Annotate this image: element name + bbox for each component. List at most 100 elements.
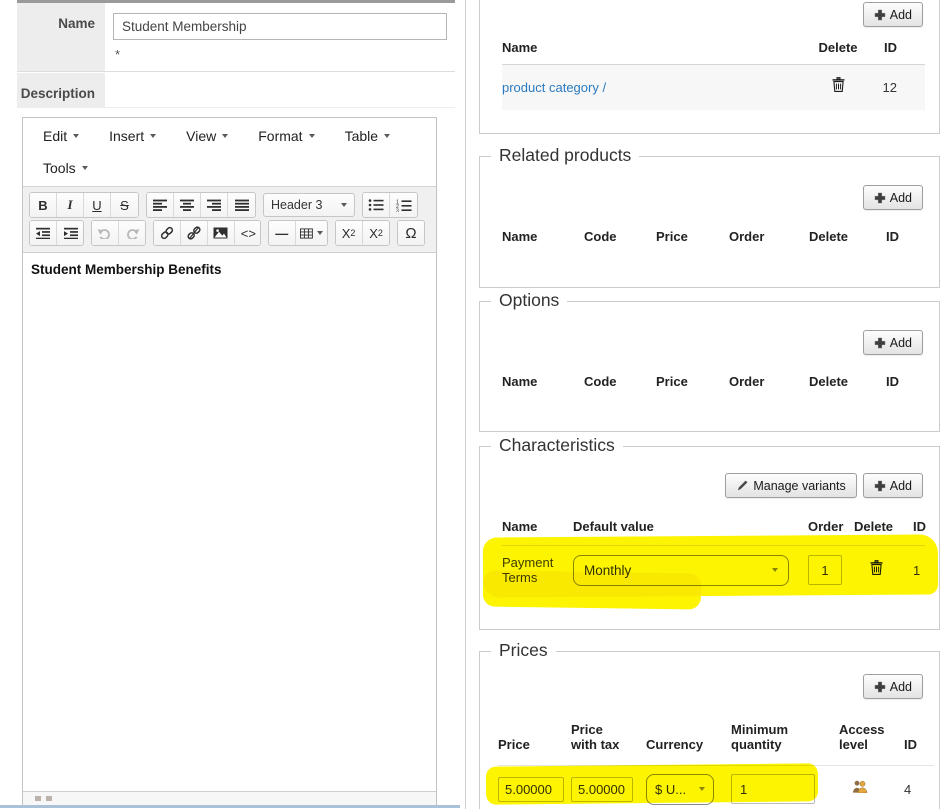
price-row: $ U... 4: [498, 765, 934, 805]
align-center-icon[interactable]: [174, 193, 201, 217]
add-characteristic-button[interactable]: Add: [863, 473, 923, 498]
superscript-button[interactable]: X2: [363, 221, 390, 245]
subscript-button[interactable]: X2: [336, 221, 363, 245]
column-header: Price: [498, 738, 571, 753]
column-header: Minimum quantity: [731, 723, 793, 753]
currency-select[interactable]: $ U...: [646, 774, 714, 805]
chevron-down-icon: [699, 787, 705, 791]
related-products-panel: Related products Add Name Code Price Ord…: [479, 156, 940, 288]
menu-tools[interactable]: Tools: [39, 152, 100, 184]
characteristic-row: Payment Terms Monthly 1: [502, 545, 925, 586]
add-related-product-button[interactable]: Add: [863, 185, 923, 210]
editor-menubar: Edit Insert View Format Table Tools: [23, 118, 436, 186]
element-path-chip: [35, 796, 41, 801]
categories-panel: Add Name Delete ID product category / 12: [479, 0, 940, 134]
panel-title: Characteristics: [491, 435, 623, 456]
bold-button[interactable]: B: [30, 193, 57, 217]
panel-title: Options: [491, 290, 567, 311]
numbered-list-icon[interactable]: 123: [390, 193, 417, 217]
description-form-row: Description: [17, 73, 455, 108]
price-input[interactable]: [498, 777, 564, 802]
undo-icon[interactable]: [92, 221, 119, 245]
panel-title: Prices: [491, 640, 556, 661]
chevron-down-icon: [772, 568, 778, 572]
strikethrough-button[interactable]: S: [111, 193, 138, 217]
italic-button[interactable]: I: [57, 193, 84, 217]
column-header: Price: [656, 230, 729, 245]
plus-icon: [874, 681, 886, 693]
column-header: ID: [886, 230, 925, 245]
table-icon[interactable]: [296, 221, 327, 245]
category-id: 12: [874, 80, 925, 95]
column-header: ID: [913, 520, 926, 535]
menu-insert[interactable]: Insert: [105, 120, 168, 152]
horizontal-rule-button[interactable]: —: [269, 221, 296, 245]
column-header: Delete: [854, 520, 913, 535]
characteristic-name: Payment Terms: [502, 555, 573, 585]
column-header: Price: [656, 375, 729, 390]
order-input[interactable]: [808, 555, 842, 585]
panel-title: Related products: [491, 145, 639, 166]
column-header: Code: [584, 375, 656, 390]
image-icon[interactable]: [208, 221, 235, 245]
prices-panel: Prices Add Price Price with tax Currency…: [479, 651, 940, 809]
bullet-list-icon[interactable]: [363, 193, 390, 217]
default-value-select[interactable]: Monthly: [573, 555, 789, 586]
editor-toolbar: B I U S Header 3 123: [23, 186, 436, 253]
pencil-icon: [736, 479, 749, 492]
required-marker: *: [115, 47, 120, 62]
column-header: ID: [886, 375, 925, 390]
outdent-icon[interactable]: [30, 221, 57, 245]
menu-edit[interactable]: Edit: [39, 120, 91, 152]
menu-view[interactable]: View: [182, 120, 240, 152]
menu-table[interactable]: Table: [341, 120, 402, 152]
column-header: Order: [808, 520, 854, 535]
special-character-button[interactable]: Ω: [398, 221, 425, 245]
column-header: Price with tax: [571, 723, 626, 753]
add-option-button[interactable]: Add: [863, 330, 923, 355]
plus-icon: [874, 9, 886, 21]
chevron-down-icon: [73, 134, 79, 138]
editor-content-area[interactable]: Student Membership Benefits: [23, 253, 436, 791]
unlink-icon[interactable]: [181, 221, 208, 245]
column-header: Name: [502, 520, 573, 535]
delete-characteristic-button[interactable]: [870, 560, 883, 575]
svg-text:3: 3: [396, 208, 399, 212]
delete-category-button[interactable]: [832, 77, 845, 92]
product-edit-page: Name * Description Edit Insert View Form…: [0, 0, 943, 809]
trash-icon: [870, 560, 883, 575]
add-price-button[interactable]: Add: [863, 674, 923, 699]
source-code-button[interactable]: <>: [235, 221, 261, 245]
format-select[interactable]: Header 3: [263, 193, 355, 217]
column-header: Order: [729, 375, 809, 390]
column-header-name: Name: [502, 41, 802, 56]
align-justify-icon[interactable]: [228, 193, 255, 217]
add-category-button[interactable]: Add: [863, 2, 923, 27]
options-panel: Options Add Name Code Price Order Delete…: [479, 301, 940, 432]
description-label: Description: [17, 73, 105, 107]
chevron-down-icon: [309, 134, 315, 138]
column-header: Access level: [839, 723, 889, 753]
rich-text-editor: Edit Insert View Format Table Tools B I …: [22, 117, 437, 806]
manage-variants-button[interactable]: Manage variants: [725, 473, 856, 498]
price-with-tax-input[interactable]: [571, 777, 633, 802]
underline-button[interactable]: U: [84, 193, 111, 217]
align-left-icon[interactable]: [147, 193, 174, 217]
indent-icon[interactable]: [57, 221, 84, 245]
chevron-down-icon: [384, 134, 390, 138]
category-link[interactable]: product category /: [502, 80, 802, 95]
menu-format[interactable]: Format: [254, 120, 326, 152]
link-icon[interactable]: [154, 221, 181, 245]
chevron-down-icon: [222, 134, 228, 138]
column-header-delete: Delete: [802, 41, 874, 56]
chevron-down-icon: [150, 134, 156, 138]
align-right-icon[interactable]: [201, 193, 228, 217]
name-form-row: Name *: [17, 3, 455, 72]
redo-icon[interactable]: [119, 221, 146, 245]
users-icon: [851, 780, 869, 793]
access-level-button[interactable]: [851, 780, 869, 793]
price-id: 4: [904, 782, 934, 797]
name-input[interactable]: [113, 13, 447, 40]
minimum-quantity-input[interactable]: [731, 774, 815, 804]
column-header: Name: [502, 375, 584, 390]
